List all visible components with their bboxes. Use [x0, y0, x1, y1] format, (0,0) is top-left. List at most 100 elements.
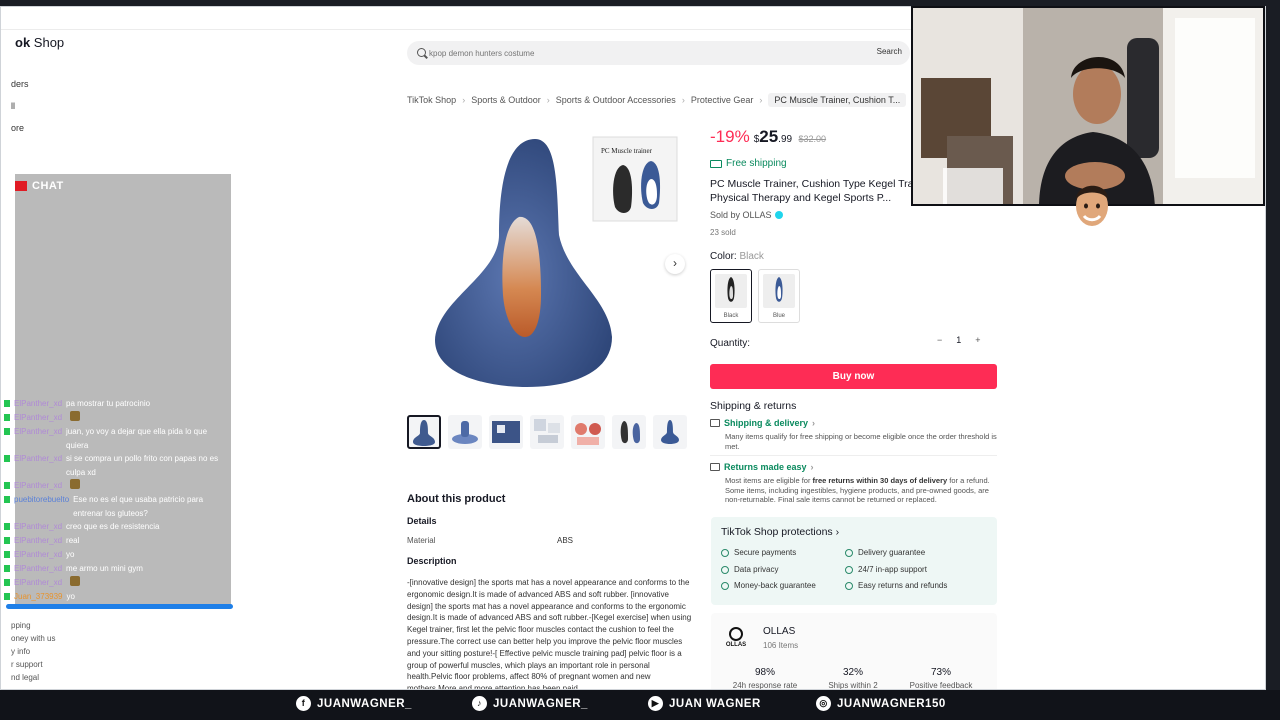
protections-heading[interactable]: TikTok Shop protections ›: [721, 526, 839, 538]
chat-text: si se compra un pollo frito con papas no…: [66, 454, 219, 477]
next-image-button[interactable]: ›: [665, 254, 685, 274]
chat-message: ElPanther_xd: [4, 411, 224, 425]
chat-message: ElPanther_xd si se compra un pollo frito …: [4, 452, 224, 479]
swatch-black[interactable]: Black: [710, 269, 752, 323]
chat-title: CHAT: [32, 180, 64, 192]
subscriber-badge-icon: [4, 428, 10, 435]
thumbnail[interactable]: [407, 415, 441, 449]
chat-username[interactable]: ElPanther_xd: [14, 534, 62, 548]
footer-link-money[interactable]: oney with us: [11, 632, 55, 645]
seller-stat: 98% 24h response rate: [732, 667, 798, 690]
tiktok-shop-logo[interactable]: ok Shop: [15, 35, 64, 50]
price-block: -19% $25.99 $32.00: [710, 127, 826, 147]
thumbnail[interactable]: [489, 415, 523, 449]
breadcrumb-item[interactable]: Protective Gear: [691, 95, 754, 105]
social-instagram: ◎ JUANWAGNER150: [816, 696, 946, 711]
seller-logo: OLLAS: [723, 627, 749, 653]
old-price: $32.00: [798, 134, 827, 144]
color-swatches: Black Blue: [710, 269, 800, 323]
chat-username[interactable]: ElPanther_xd: [14, 452, 62, 479]
chat-username[interactable]: Juan_373939: [14, 590, 63, 604]
left-nav-item-sell[interactable]: ll: [11, 95, 29, 117]
chevron-right-icon: ›: [546, 95, 550, 105]
breadcrumb-item[interactable]: Sports & Outdoor: [471, 95, 541, 105]
footer-link-info[interactable]: y info: [11, 645, 55, 658]
chat-text: creo que es de resistencia: [66, 522, 160, 531]
thumbnail-strip: [407, 415, 687, 449]
chat-accent-bar: [6, 604, 233, 609]
chat-username[interactable]: ElPanther_xd: [14, 520, 62, 534]
chat-username[interactable]: ElPanther_xd: [14, 576, 62, 590]
chat-username[interactable]: ElPanther_xd: [14, 562, 62, 576]
left-nav: ders ll ore: [11, 73, 29, 139]
chat-message: ElPanther_xd juan, yo voy a dejar que ell…: [4, 425, 224, 452]
chat-username[interactable]: ElPanther_xd: [14, 548, 62, 562]
thumbnail[interactable]: [612, 415, 646, 449]
seller-stat: 73% Positive feedback: [909, 667, 973, 690]
product-main-image[interactable]: PC Muscle trainer: [407, 125, 685, 405]
shop-protections: TikTok Shop protections › Secure payment…: [711, 517, 997, 605]
chat-username[interactable]: ElPanther_xd: [14, 411, 62, 425]
qty-value[interactable]: 1: [956, 335, 961, 345]
facebook-icon: f: [296, 696, 311, 711]
thumbnail[interactable]: [571, 415, 605, 449]
chat-username[interactable]: ElPanther_xd: [14, 479, 62, 493]
tiktok-icon: ♪: [472, 696, 487, 711]
chat-text: real: [66, 536, 80, 545]
buy-now-button[interactable]: Buy now: [710, 364, 997, 389]
thumbnail[interactable]: [448, 415, 482, 449]
avatar-sticker: [1076, 185, 1108, 226]
material-value: ABS: [557, 536, 574, 545]
footer-link-legal[interactable]: nd legal: [11, 671, 55, 684]
search-button[interactable]: Search: [877, 47, 902, 56]
left-nav-item-orders[interactable]: ders: [11, 73, 29, 95]
subscriber-badge-icon: [4, 565, 10, 572]
emote-icon: [70, 411, 81, 421]
instagram-icon: ◎: [816, 696, 831, 711]
footer-link-support[interactable]: r support: [11, 658, 55, 671]
truck-icon: [710, 419, 720, 427]
returns-link[interactable]: Returns made easy ›: [710, 462, 997, 472]
thumbnail[interactable]: [530, 415, 564, 449]
seller-name[interactable]: OLLAS: [763, 626, 795, 637]
chat-message: ElPanther_xd yo: [4, 548, 224, 562]
breadcrumb-item[interactable]: Sports & Outdoor Accessories: [556, 95, 676, 105]
chat-username[interactable]: ElPanther_xd: [14, 397, 62, 411]
qty-increase-button[interactable]: +: [975, 335, 980, 345]
chat-username[interactable]: ElPanther_xd: [14, 425, 62, 452]
protection-item: Delivery guarantee: [845, 548, 925, 557]
quantity-label: Quantity:: [710, 338, 751, 349]
chat-text: pa mostrar tu patrocinio: [66, 399, 151, 408]
social-youtube: ▶ JUAN WAGNER: [648, 696, 761, 711]
subscriber-badge-icon: [4, 537, 10, 544]
social-tiktok: ♪ JUANWAGNER_: [472, 696, 588, 711]
quantity-stepper: − 1 +: [937, 335, 981, 345]
free-shipping: Free shipping: [710, 158, 787, 169]
box-label: PC Muscle trainer: [601, 147, 653, 155]
emote-icon: [70, 576, 81, 586]
seller-card[interactable]: OLLAS OLLAS 106 Items 98% 24h response ra…: [711, 613, 997, 690]
about-heading: About this product: [407, 493, 506, 505]
chevron-right-icon: ›: [681, 95, 685, 105]
breadcrumb-item[interactable]: TikTok Shop: [407, 95, 456, 105]
chat-text: Ese no es el que usaba patricio para ent…: [73, 495, 204, 518]
subscriber-badge-icon: [4, 496, 10, 503]
swatch-blue[interactable]: Blue: [758, 269, 800, 323]
thumbnail[interactable]: [653, 415, 687, 449]
shipping-delivery-link[interactable]: Shipping & delivery ›: [710, 418, 997, 428]
discount-badge: -19%: [710, 127, 750, 146]
subscriber-badge-icon: [4, 482, 10, 489]
chat-message: ElPanther_xd me armo un mini gym: [4, 562, 224, 576]
seller-stat: 32% Ships within 2: [828, 667, 878, 690]
color-label-text: Color:: [710, 251, 737, 262]
sold-by[interactable]: Sold by OLLAS: [710, 210, 783, 220]
chat-icon: [15, 181, 27, 191]
search-input[interactable]: [429, 45, 849, 61]
chat-message: ElPanther_xd pa mostrar tu patrocinio: [4, 397, 224, 411]
left-nav-item-more[interactable]: ore: [11, 117, 29, 139]
qty-decrease-button[interactable]: −: [937, 335, 942, 345]
chat-username[interactable]: puebitorebuelto: [14, 493, 69, 520]
shipping-delivery-text: Many items qualify for free shipping or …: [725, 432, 997, 451]
footer-link-shipping[interactable]: pping: [11, 619, 55, 632]
chat-message: ElPanther_xd: [4, 479, 224, 493]
